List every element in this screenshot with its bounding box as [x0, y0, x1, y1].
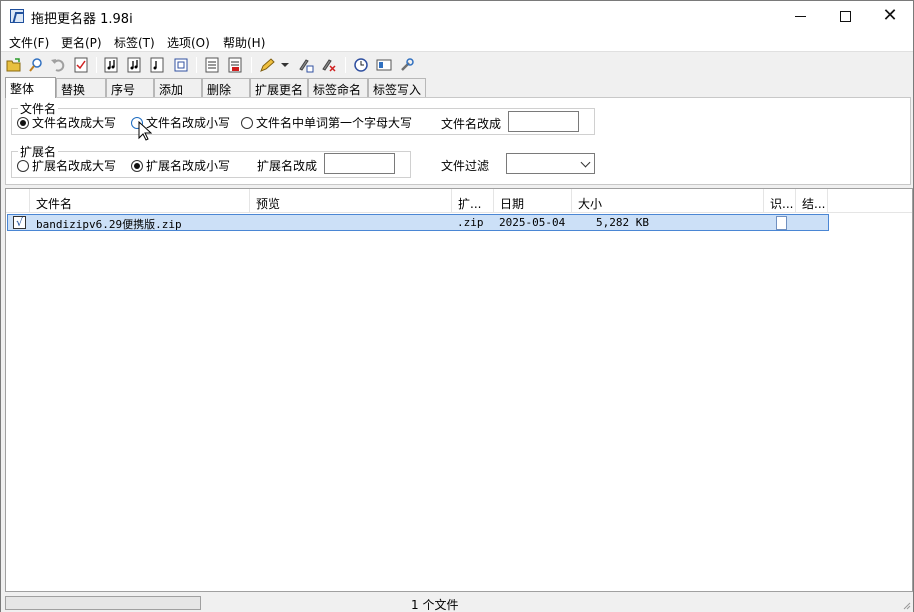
tab-sequence[interactable]: 序号: [106, 78, 154, 98]
tag-icon[interactable]: [172, 56, 190, 74]
minimize-button[interactable]: [777, 1, 823, 31]
window-title: 拖把更名器 1.98i: [31, 12, 133, 27]
radio-filename-capitalize-words[interactable]: 文件名中单词第一个字母大写: [241, 114, 412, 131]
file-list[interactable]: 文件名 预览 扩... 日期 大小 识... 结... √ bandizipv6…: [5, 188, 913, 592]
resize-grip-icon[interactable]: [901, 600, 911, 610]
minimize-icon: [794, 15, 806, 17]
document-red-icon[interactable]: [226, 56, 244, 74]
toolbar: [1, 53, 913, 77]
tools-icon[interactable]: [398, 56, 416, 74]
panel-icon[interactable]: [375, 56, 393, 74]
undo-icon[interactable]: [49, 56, 67, 74]
chevron-down-icon: [580, 157, 591, 168]
menu-file[interactable]: 文件(F): [9, 34, 49, 51]
file-size: 5,282 KB: [596, 216, 649, 229]
column-extension[interactable]: 扩...: [452, 189, 494, 213]
clock-icon[interactable]: [352, 56, 370, 74]
document-icon[interactable]: [203, 56, 221, 74]
close-icon: ✕: [882, 5, 898, 26]
rename-tag-icon[interactable]: [297, 56, 315, 74]
app-window: 拖把更名器 1.98i ✕ 文件(F) 更名(P) 标签(T) 选项(O) 帮助…: [0, 0, 914, 612]
radio-filename-uppercase[interactable]: 文件名改成大写: [17, 114, 116, 131]
filename-rename-label: 文件名改成: [441, 117, 502, 131]
file-name: bandizipv6.29便携版.zip: [36, 218, 182, 231]
app-logo-icon: [10, 9, 24, 23]
tab-panel-overall: 文件名 文件名改成大写 文件名改成小写 文件名中单词第一个字母大写 文件名改成 …: [5, 97, 911, 185]
column-result[interactable]: 结...: [796, 189, 828, 213]
tab-tag-write[interactable]: 标签写入: [368, 78, 426, 98]
table-row[interactable]: √ bandizipv6.29便携版.zip .zip 2025-05-04 5…: [7, 214, 829, 231]
filename-rename-input[interactable]: [508, 111, 579, 132]
tab-delete[interactable]: 删除: [202, 78, 250, 98]
extension-rename-input[interactable]: [324, 153, 395, 174]
maximize-button[interactable]: [822, 1, 868, 31]
checklist-icon[interactable]: [72, 56, 90, 74]
file-type-icon: [776, 216, 787, 230]
status-file-count: 1 个文件: [411, 598, 459, 612]
menu-tag[interactable]: 标签(T): [114, 34, 155, 51]
rename-clear-icon[interactable]: [320, 56, 338, 74]
search-icon[interactable]: [27, 56, 45, 74]
radio-extension-uppercase[interactable]: 扩展名改成大写: [17, 157, 116, 174]
radio-extension-lowercase[interactable]: 扩展名改成小写: [131, 157, 230, 174]
open-folder-icon[interactable]: [5, 56, 23, 74]
column-filename[interactable]: 文件名: [30, 189, 250, 213]
music-note-icon[interactable]: [126, 56, 144, 74]
title-bar: 拖把更名器 1.98i ✕: [1, 1, 913, 31]
column-preview[interactable]: 预览: [250, 189, 452, 213]
tab-add[interactable]: 添加: [154, 78, 202, 98]
music-note-icon[interactable]: [149, 56, 167, 74]
file-date: 2025-05-04: [499, 216, 566, 229]
column-date[interactable]: 日期: [494, 189, 572, 213]
file-list-header: 文件名 预览 扩... 日期 大小 识... 结...: [6, 189, 912, 213]
file-extension: .zip: [457, 216, 484, 229]
menu-bar: 文件(F) 更名(P) 标签(T) 选项(O) 帮助(H): [1, 31, 913, 52]
status-bar: 1 个文件: [1, 593, 913, 612]
extension-rename-label: 扩展名改成: [257, 159, 318, 173]
menu-rename[interactable]: 更名(P): [61, 34, 102, 51]
tab-replace[interactable]: 替换: [56, 78, 106, 98]
tab-overall[interactable]: 整体: [5, 77, 56, 98]
file-filter-label: 文件过滤: [441, 159, 490, 173]
menu-help[interactable]: 帮助(H): [223, 34, 265, 51]
column-check[interactable]: [6, 189, 30, 213]
tab-extension-rename[interactable]: 扩展更名: [250, 78, 308, 98]
menu-options[interactable]: 选项(O): [167, 34, 210, 51]
dropdown-arrow-icon[interactable]: [279, 56, 291, 74]
mouse-cursor-icon: [138, 121, 152, 141]
maximize-icon: [839, 10, 851, 22]
file-filter-select[interactable]: [506, 153, 595, 174]
music-note-icon[interactable]: [103, 56, 121, 74]
pencil-icon[interactable]: [258, 56, 276, 74]
tab-tag-naming[interactable]: 标签命名: [308, 78, 368, 98]
close-button[interactable]: ✕: [867, 1, 913, 31]
progress-bar: [5, 596, 201, 610]
column-size[interactable]: 大小: [572, 189, 764, 213]
column-identify[interactable]: 识...: [764, 189, 796, 213]
row-checkbox[interactable]: √: [13, 216, 26, 229]
